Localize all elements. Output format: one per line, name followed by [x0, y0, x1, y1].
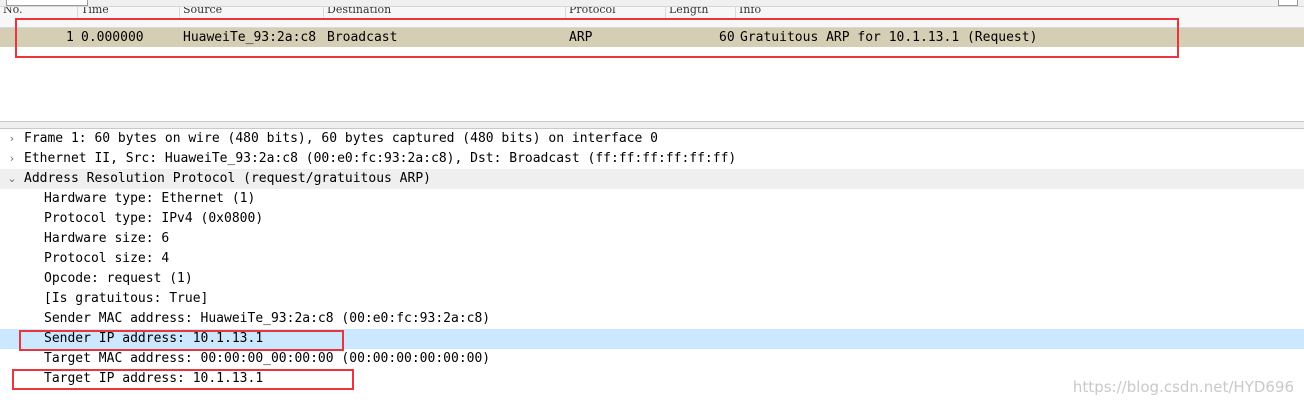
watermark: https://blog.csdn.net/HYD696 [1072, 378, 1294, 396]
chevron-right-icon[interactable]: › [6, 149, 18, 169]
tree-item-arp[interactable]: ⌄ Address Resolution Protocol (request/g… [0, 169, 1304, 189]
tree-item-ethernet[interactable]: › Ethernet II, Src: HuaweiTe_93:2a:c8 (0… [0, 149, 1304, 169]
annotation-box-packet [15, 18, 1179, 58]
tree-item-label: Frame 1: 60 bytes on wire (480 bits), 60… [24, 131, 658, 146]
tree-item-label: Ethernet II, Src: HuaweiTe_93:2a:c8 (00:… [24, 151, 737, 166]
tree-item-label: [Is gratuitous: True] [44, 291, 209, 306]
tree-item-label: Opcode: request (1) [44, 271, 193, 286]
annotation-box-sender-ip [19, 330, 344, 351]
tree-item-label: Hardware size: 6 [44, 231, 170, 246]
tree-item-opcode[interactable]: Opcode: request (1) [0, 269, 1304, 289]
tree-item-protocol-type[interactable]: Protocol type: IPv4 (0x0800) [0, 209, 1304, 229]
expression-button[interactable] [1278, 0, 1298, 6]
chevron-down-icon[interactable]: ⌄ [6, 169, 18, 189]
tree-item-is-gratuitous[interactable]: [Is gratuitous: True] [0, 289, 1304, 309]
tree-item-hardware-type[interactable]: Hardware type: Ethernet (1) [0, 189, 1304, 209]
tree-item-label: Address Resolution Protocol (request/gra… [24, 171, 431, 186]
display-filter-toolbar [0, 0, 1304, 7]
tree-item-label: Hardware type: Ethernet (1) [44, 191, 256, 206]
tree-item-sender-mac[interactable]: Sender MAC address: HuaweiTe_93:2a:c8 (0… [0, 309, 1304, 329]
pane-splitter[interactable] [0, 121, 1304, 129]
chevron-right-icon[interactable]: › [6, 129, 18, 149]
packet-details-pane: › Frame 1: 60 bytes on wire (480 bits), … [0, 129, 1304, 406]
tree-item-hardware-size[interactable]: Hardware size: 6 [0, 229, 1304, 249]
filter-field[interactable] [6, 0, 88, 6]
tree-item-label: Protocol size: 4 [44, 251, 170, 266]
annotation-box-target-ip [12, 369, 354, 390]
tree-item-label: Sender MAC address: HuaweiTe_93:2a:c8 (0… [44, 311, 491, 326]
tree-item-protocol-size[interactable]: Protocol size: 4 [0, 249, 1304, 269]
tree-item-label: Target MAC address: 00:00:00_00:00:00 (0… [44, 351, 491, 366]
tree-item-frame[interactable]: › Frame 1: 60 bytes on wire (480 bits), … [0, 129, 1304, 149]
tree-item-label: Protocol type: IPv4 (0x0800) [44, 211, 264, 226]
tree-item-target-mac[interactable]: Target MAC address: 00:00:00_00:00:00 (0… [0, 349, 1304, 369]
